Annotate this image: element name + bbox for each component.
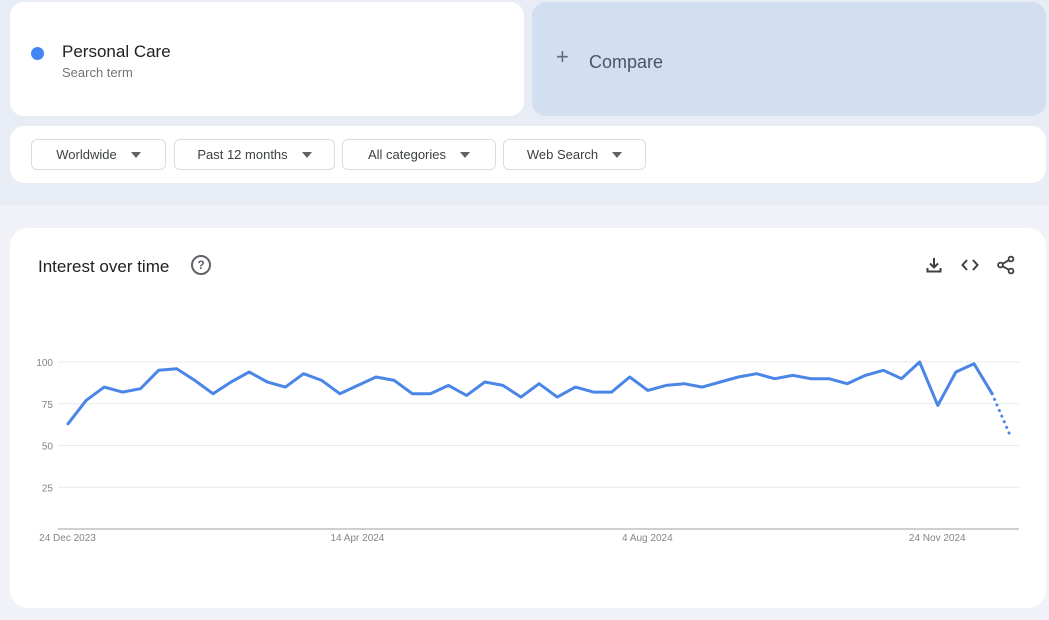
data-point bbox=[338, 392, 342, 396]
data-point bbox=[918, 360, 922, 364]
data-point bbox=[302, 372, 306, 376]
data-point bbox=[972, 362, 976, 366]
y-tick-label: 25 bbox=[42, 483, 54, 494]
data-point bbox=[447, 383, 451, 387]
data-point bbox=[628, 375, 632, 379]
data-point bbox=[537, 382, 541, 386]
data-point bbox=[483, 380, 487, 384]
data-point bbox=[845, 382, 849, 386]
data-point bbox=[881, 368, 885, 372]
data-point bbox=[283, 385, 287, 389]
data-point bbox=[139, 387, 143, 391]
data-point bbox=[936, 403, 940, 407]
data-point bbox=[990, 392, 994, 396]
data-point bbox=[410, 392, 414, 396]
data-point bbox=[175, 367, 179, 371]
data-point bbox=[573, 385, 577, 389]
data-point bbox=[84, 398, 88, 402]
data-point bbox=[736, 375, 740, 379]
data-point bbox=[247, 370, 251, 374]
data-point bbox=[954, 370, 958, 374]
filter-time-range[interactable]: Past 12 months bbox=[174, 139, 335, 170]
data-point bbox=[809, 377, 813, 381]
filter-time-range-label: Past 12 months bbox=[197, 147, 288, 162]
data-point bbox=[682, 382, 686, 386]
x-tick-label: 24 Nov 2024 bbox=[909, 533, 966, 544]
data-point bbox=[900, 377, 904, 381]
filter-search-type-label: Web Search bbox=[526, 147, 599, 162]
data-point bbox=[120, 390, 124, 394]
data-point bbox=[555, 395, 559, 399]
data-point bbox=[229, 380, 233, 384]
data-point bbox=[519, 395, 523, 399]
data-point bbox=[157, 368, 161, 372]
data-point bbox=[356, 383, 360, 387]
x-tick-label: 4 Aug 2024 bbox=[622, 533, 673, 544]
data-point bbox=[610, 390, 614, 394]
data-point bbox=[265, 380, 269, 384]
y-tick-label: 50 bbox=[42, 442, 54, 453]
data-point bbox=[664, 383, 668, 387]
search-term-name[interactable]: Personal Care bbox=[62, 42, 171, 62]
y-tick-label: 75 bbox=[42, 400, 54, 411]
data-point bbox=[392, 378, 396, 382]
data-point bbox=[374, 375, 378, 379]
data-point bbox=[211, 392, 215, 396]
compare-button[interactable]: + Compare bbox=[532, 2, 1046, 116]
data-point bbox=[646, 388, 650, 392]
data-point bbox=[102, 385, 106, 389]
data-point bbox=[428, 392, 432, 396]
filter-location-label: Worldwide bbox=[56, 147, 117, 162]
data-point bbox=[320, 378, 324, 382]
data-point bbox=[755, 372, 759, 376]
filter-category[interactable]: All categories bbox=[342, 139, 496, 170]
data-point bbox=[465, 393, 469, 397]
x-axis-ticks: 24 Dec 2023 14 Apr 2024 4 Aug 2024 24 Nov 2… bbox=[39, 533, 966, 544]
y-axis-ticks: 25 50 75 100 bbox=[36, 358, 53, 494]
data-point bbox=[66, 422, 70, 426]
data-point bbox=[592, 390, 596, 394]
search-term-card[interactable]: Personal Care Search term bbox=[10, 2, 524, 116]
data-point bbox=[193, 378, 197, 382]
data-point bbox=[863, 373, 867, 377]
data-point bbox=[791, 373, 795, 377]
caret-down-icon bbox=[612, 151, 623, 158]
series-line bbox=[66, 360, 994, 426]
series-lines bbox=[66, 360, 1012, 438]
plus-icon: + bbox=[556, 44, 569, 69]
interest-chart[interactable]: 25 50 75 100 24 Dec 2023 14 Apr 2024 4 Aug 20… bbox=[0, 228, 1049, 608]
caret-down-icon bbox=[460, 151, 471, 158]
data-point bbox=[827, 377, 831, 381]
filter-search-type[interactable]: Web Search bbox=[503, 139, 646, 170]
y-tick-label: 100 bbox=[36, 358, 53, 369]
data-point bbox=[501, 383, 505, 387]
series-partial-line bbox=[990, 392, 1012, 437]
data-point bbox=[700, 385, 704, 389]
filter-bar: Worldwide Past 12 months All categories … bbox=[10, 126, 1046, 183]
filter-location[interactable]: Worldwide bbox=[31, 139, 166, 170]
series-color-dot bbox=[31, 47, 44, 60]
caret-down-icon bbox=[301, 151, 312, 158]
compare-label: Compare bbox=[589, 52, 664, 72]
x-tick-label: 14 Apr 2024 bbox=[330, 533, 384, 544]
search-term-subtitle: Search term bbox=[62, 65, 133, 80]
data-point bbox=[718, 380, 722, 384]
filter-category-label: All categories bbox=[367, 147, 447, 162]
x-tick-label: 24 Dec 2023 bbox=[39, 533, 96, 544]
caret-down-icon bbox=[130, 151, 141, 158]
data-point bbox=[1008, 434, 1012, 438]
data-point bbox=[773, 377, 777, 381]
